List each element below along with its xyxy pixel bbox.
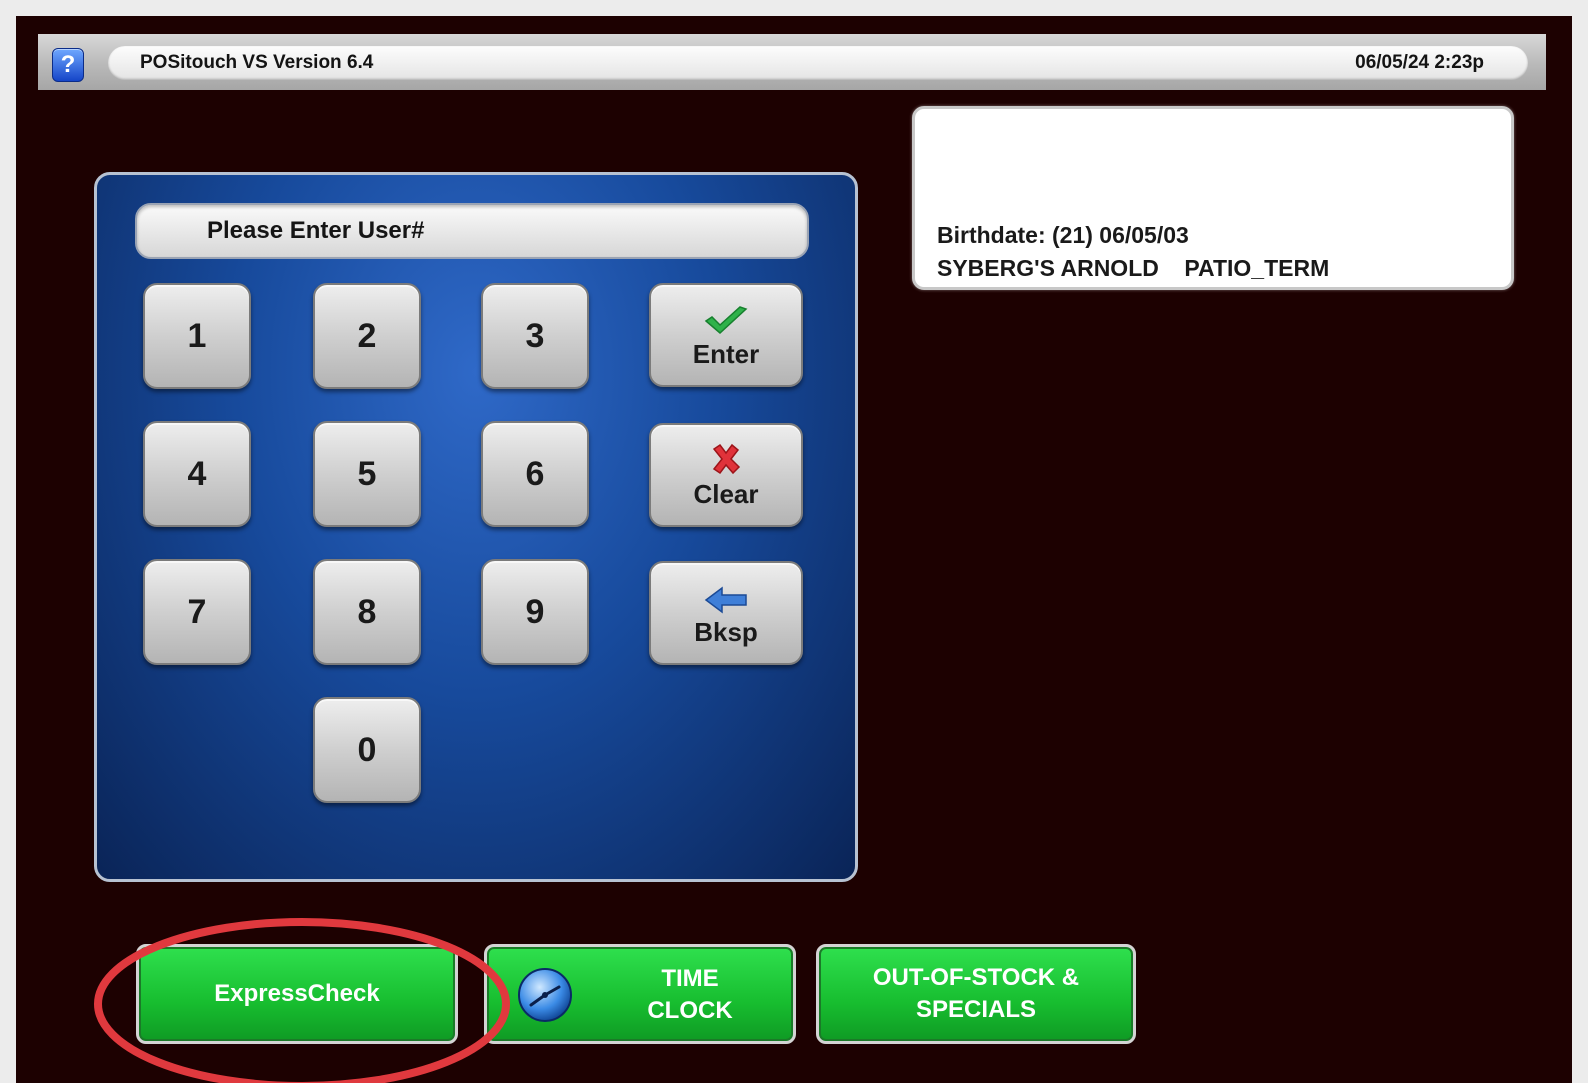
key-6[interactable]: 6 (481, 421, 589, 527)
checkmark-icon (702, 301, 750, 337)
pos-screen: ? POSitouch VS Version 6.4 06/05/24 2:23… (16, 16, 1572, 1083)
expresscheck-button[interactable]: ExpressCheck (136, 944, 458, 1044)
key-4[interactable]: 4 (143, 421, 251, 527)
title-pill: POSitouch VS Version 6.4 06/05/24 2:23p (108, 46, 1528, 80)
timeclock-line2: CLOCK (647, 997, 733, 1024)
x-icon (708, 441, 744, 477)
birthdate-text: Birthdate: (21) 06/05/03 (937, 222, 1189, 248)
outofstock-line1: OUT-OF-STOCK & (872, 964, 1080, 991)
key-8[interactable]: 8 (313, 559, 421, 665)
bksp-label: Bksp (694, 616, 758, 647)
key-9[interactable]: 9 (481, 559, 589, 665)
prompt-text: Please Enter User# (207, 217, 425, 244)
expresscheck-label: ExpressCheck (214, 980, 380, 1007)
key-7[interactable]: 7 (143, 559, 251, 665)
out-of-stock-specials-button[interactable]: OUT-OF-STOCK & SPECIALS (816, 944, 1136, 1044)
timeclock-text: TIME CLOCK (635, 963, 745, 1027)
terminal-info-text: SYBERG'S ARNOLD PATIO_TERM (937, 255, 1330, 281)
clock-icon (517, 967, 573, 1023)
key-0[interactable]: 0 (313, 697, 421, 803)
enter-label: Enter (692, 338, 760, 369)
enter-button[interactable]: Enter (649, 283, 803, 387)
question-icon: ? (60, 51, 76, 78)
key-3[interactable]: 3 (481, 283, 589, 389)
key-5[interactable]: 5 (313, 421, 421, 527)
help-button[interactable]: ? (52, 48, 84, 82)
key-1[interactable]: 1 (143, 283, 251, 389)
backspace-button[interactable]: Bksp (649, 561, 803, 665)
arrow-left-icon (704, 579, 748, 615)
outofstock-line2: SPECIALS (915, 996, 1037, 1023)
info-box: Birthdate: (21) 06/05/03 SYBERG'S ARNOLD… (912, 106, 1514, 290)
title-bar: ? POSitouch VS Version 6.4 06/05/24 2:23… (38, 34, 1546, 90)
keypad-panel: Please Enter User# 1 2 3 Enter 4 5 6 Cle… (94, 172, 858, 882)
clear-label: Clear (693, 478, 759, 509)
app-title: POSitouch VS Version 6.4 (140, 52, 374, 73)
datetime-display: 06/05/24 2:23p (1355, 52, 1484, 73)
timeclock-button[interactable]: TIME CLOCK (484, 944, 796, 1044)
clear-button[interactable]: Clear (649, 423, 803, 527)
user-number-field[interactable]: Please Enter User# (135, 203, 809, 259)
timeclock-line1: TIME (661, 965, 719, 992)
key-2[interactable]: 2 (313, 283, 421, 389)
